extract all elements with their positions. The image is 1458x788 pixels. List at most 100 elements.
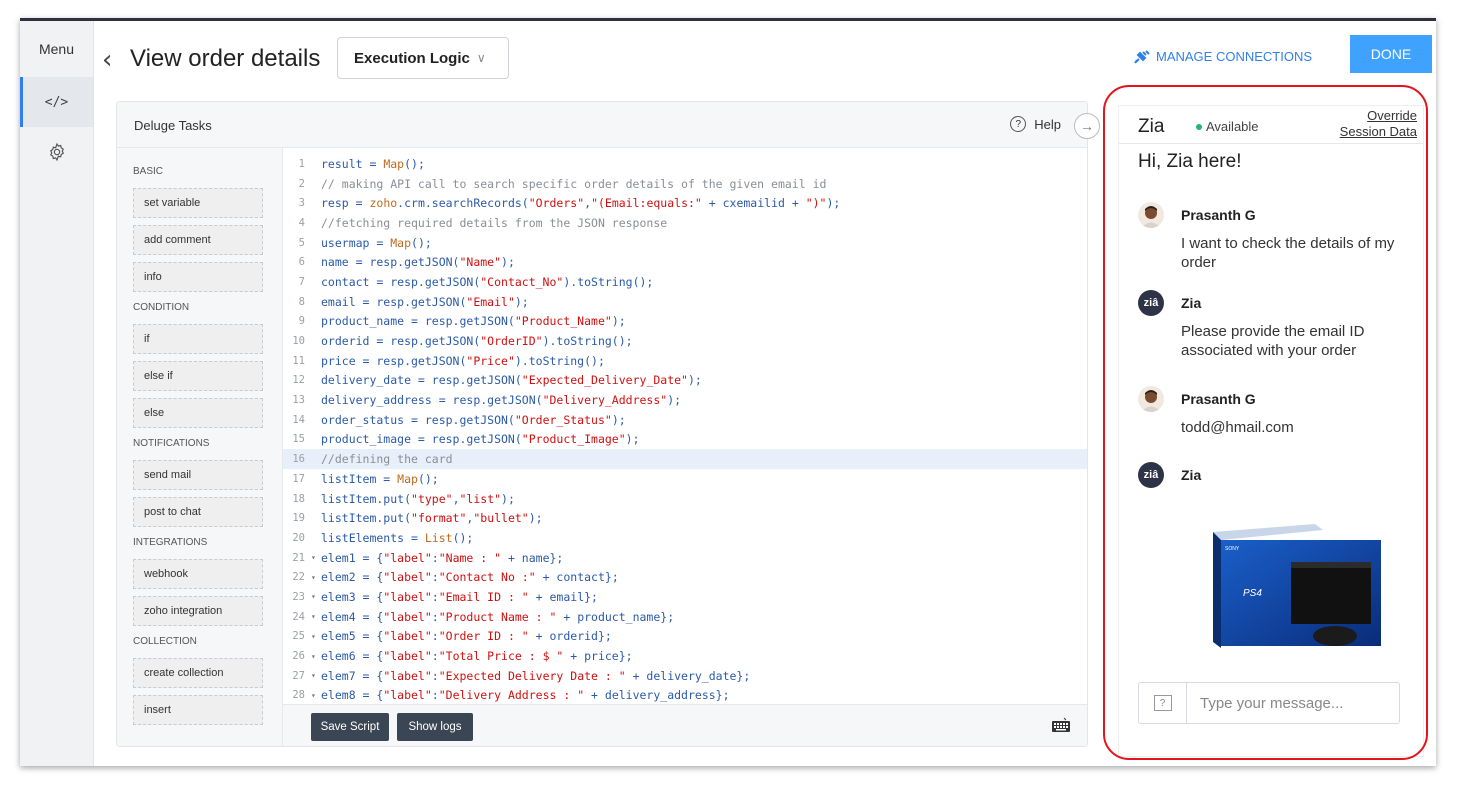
code-line[interactable]: 26 ▾ elem6 = {"label":"Total Price : $ " +…: [283, 646, 1087, 666]
code-text: product_name = resp.getJSON("Product_Nam…: [321, 314, 626, 328]
task-item[interactable]: else: [133, 398, 263, 428]
code-line[interactable]: 16 //defining the card: [283, 449, 1087, 469]
code-line[interactable]: 22 ▾ elem2 = {"label":"Contact No :" + con…: [283, 567, 1087, 587]
code-token: .crm.searchRecords(: [397, 196, 529, 211]
code-line[interactable]: 21 ▾ elem1 = {"label":"Name : " + name};: [283, 548, 1087, 568]
task-item[interactable]: set variable: [133, 188, 263, 218]
done-button[interactable]: DONE: [1350, 35, 1432, 73]
task-item[interactable]: insert: [133, 695, 263, 725]
keyboard-icon[interactable]: [1051, 717, 1071, 733]
collapse-arrow-button[interactable]: →: [1074, 113, 1100, 139]
fold-arrow-icon[interactable]: ▾: [311, 553, 321, 562]
code-line[interactable]: 25 ▾ elem5 = {"label":"Order ID : " + orde…: [283, 627, 1087, 647]
code-editor[interactable]: 1 result = Map(); 2// making API call to s…: [283, 148, 1087, 706]
code-token: listElements =: [321, 530, 425, 545]
task-item[interactable]: post to chat: [133, 497, 263, 527]
task-item[interactable]: create collection: [133, 658, 263, 688]
fold-arrow-icon[interactable]: ▾: [311, 652, 321, 661]
code-line[interactable]: 19 listItem.put("format","bullet");: [283, 508, 1087, 528]
task-item[interactable]: add comment: [133, 225, 263, 255]
settings-tab[interactable]: [20, 127, 93, 177]
code-line[interactable]: 14 order_status = resp.getJSON("Order_Sta…: [283, 410, 1087, 430]
plug-icon: [1134, 49, 1150, 64]
line-number: 2: [298, 177, 305, 190]
line-number: 26: [292, 650, 305, 663]
editor-card: Deluge Tasks ? Help BASIC set variable add…: [116, 101, 1088, 747]
task-item[interactable]: zoho integration: [133, 596, 263, 626]
code-tab[interactable]: </>: [20, 77, 93, 127]
code-token: order_status = resp.getJSON(: [321, 412, 515, 427]
code-token: listItem.put(: [321, 491, 412, 506]
task-item[interactable]: send mail: [133, 460, 263, 490]
line-number: 23: [292, 590, 305, 603]
fold-arrow-icon[interactable]: ▾: [311, 573, 321, 582]
deluge-tasks-title: Deluge Tasks: [134, 118, 212, 133]
execution-logic-select[interactable]: Execution Logic ∨: [337, 37, 509, 79]
task-item[interactable]: else if: [133, 361, 263, 391]
task-item[interactable]: info: [133, 262, 263, 292]
manage-connections-link[interactable]: MANAGE CONNECTIONS: [1134, 49, 1312, 64]
code-token: "Product Name : ": [438, 609, 557, 624]
code-line[interactable]: 17 listItem = Map();: [283, 469, 1087, 489]
code-line[interactable]: 3 resp = zoho.crm.searchRecords("Orders",…: [283, 193, 1087, 213]
chat-input-box[interactable]: ?: [1138, 682, 1400, 724]
task-palette: BASIC set variable add comment info CONDITIO…: [117, 148, 283, 746]
fold-arrow-icon[interactable]: ▾: [311, 612, 321, 621]
code-line[interactable]: 23 ▾ elem3 = {"label":"Email ID : " + emai…: [283, 587, 1087, 607]
code-line[interactable]: 7 contact = resp.getJSON("Contact_No").to…: [283, 272, 1087, 292]
code-token: listItem.put(: [321, 511, 412, 526]
code-line[interactable]: 28 ▾ elem8 = {"label":"Delivery Address : …: [283, 686, 1087, 706]
code-line[interactable]: 2 // making API call to search specific o…: [283, 174, 1087, 194]
page-header: ‹ View order details Execution Logic ∨ M…: [94, 21, 1436, 99]
code-token: Map: [390, 235, 412, 250]
line-number: 18: [292, 492, 305, 505]
code-token: ).toString();: [563, 274, 654, 289]
code-token: "label": [383, 609, 432, 624]
code-text: result = Map();: [321, 157, 425, 171]
code-text: order_status = resp.getJSON("Order_Statu…: [321, 413, 626, 427]
code-line[interactable]: 10 orderid = resp.getJSON("OrderID").toSt…: [283, 331, 1087, 351]
fold-arrow-icon[interactable]: ▾: [311, 671, 321, 680]
message-input[interactable]: [1187, 694, 1387, 712]
code-line[interactable]: 18 listItem.put("type","list");: [283, 489, 1087, 509]
code-line[interactable]: 1 result = Map();: [283, 154, 1087, 174]
code-line[interactable]: 5 usermap = Map();: [283, 233, 1087, 253]
code-line[interactable]: 24 ▾ elem4 = {"label":"Product Name : " + …: [283, 607, 1087, 627]
help-link[interactable]: ? Help: [1010, 116, 1061, 132]
show-logs-button[interactable]: Show logs: [397, 713, 473, 741]
code-line[interactable]: 15 product_image = resp.getJSON("Product_…: [283, 430, 1087, 450]
code-line[interactable]: 11 price = resp.getJSON("Price").toString…: [283, 351, 1087, 371]
back-chevron-icon[interactable]: ‹: [102, 45, 112, 75]
code-line[interactable]: 9 product_name = resp.getJSON("Product_Na…: [283, 312, 1087, 332]
fold-arrow-icon[interactable]: ▾: [311, 632, 321, 641]
code-token: Map: [397, 471, 418, 486]
code-line[interactable]: 27 ▾ elem7 = {"label":"Expected Delivery D…: [283, 666, 1087, 686]
task-item[interactable]: if: [133, 324, 263, 354]
line-number: 1: [298, 157, 305, 170]
code-line[interactable]: 4 //fetching required details from the JS…: [283, 213, 1087, 233]
code-line[interactable]: 12 delivery_date = resp.getJSON("Expected…: [283, 371, 1087, 391]
left-rail: Menu </>: [20, 21, 94, 766]
menu-label[interactable]: Menu: [20, 21, 93, 77]
line-number: 9: [298, 315, 305, 328]
save-script-button[interactable]: Save Script: [311, 713, 389, 741]
section-label: CONDITION: [133, 302, 190, 313]
help-box[interactable]: ?: [1139, 683, 1187, 723]
status-badge: Available: [1196, 119, 1259, 134]
zia-chat-panel: Zia Available Override Session Data Hi, …: [1118, 105, 1424, 757]
fold-arrow-icon[interactable]: ▾: [311, 592, 321, 601]
task-item[interactable]: webhook: [133, 559, 263, 589]
code-token: );: [528, 511, 543, 526]
code-line[interactable]: 13 delivery_address = resp.getJSON("Deliv…: [283, 390, 1087, 410]
code-line[interactable]: 8 email = resp.getJSON("Email");: [283, 292, 1087, 312]
code-text: elem4 = {"label":"Product Name : " + pro…: [321, 610, 674, 624]
code-token: :: [431, 570, 439, 585]
code-token: "Expected Delivery Date : ": [438, 668, 626, 683]
code-line[interactable]: 6 name = resp.getJSON("Name");: [283, 252, 1087, 272]
code-line[interactable]: 20 listElements = List();: [283, 528, 1087, 548]
override-session-data-link[interactable]: Override Session Data: [1340, 108, 1417, 140]
line-number: 19: [292, 512, 305, 525]
fold-arrow-icon[interactable]: ▾: [311, 691, 321, 700]
line-number: 6: [298, 256, 305, 269]
section-label: BASIC: [133, 166, 164, 177]
